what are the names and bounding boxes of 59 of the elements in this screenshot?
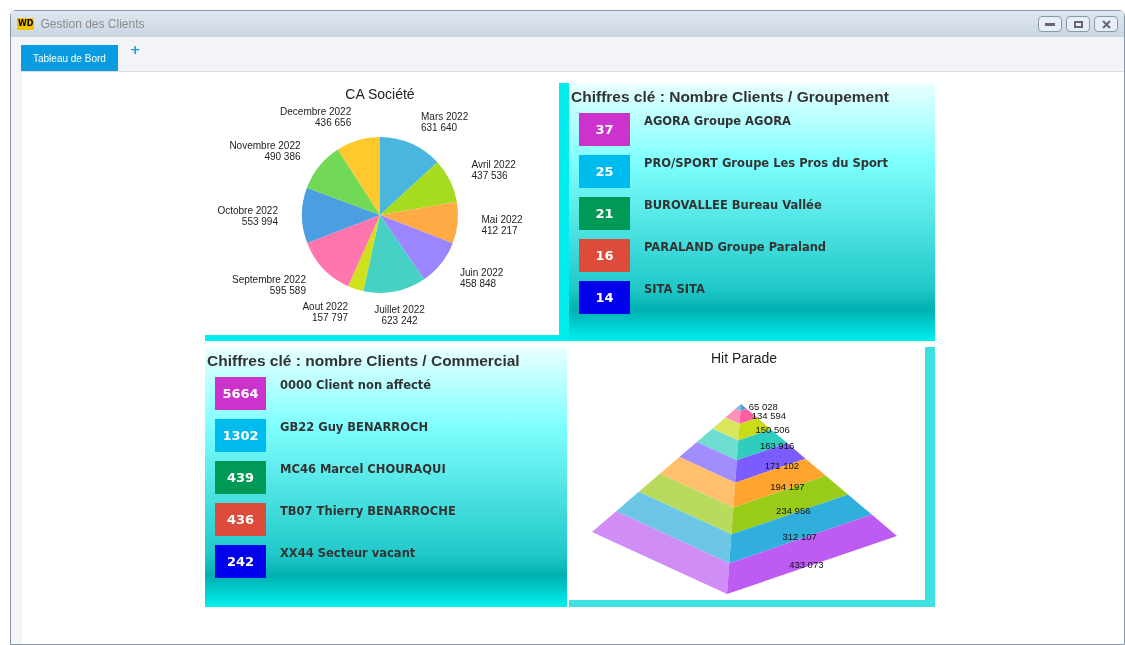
key-figure-label: GB22 Guy BENARROCH	[280, 419, 429, 436]
close-button[interactable]	[1094, 16, 1118, 32]
minimize-button[interactable]	[1038, 16, 1062, 32]
key-figure-label: TB07 Thierry BENARROCHE	[280, 503, 456, 520]
data-label: 163 916	[759, 440, 795, 452]
slice-value: 458 848	[459, 278, 497, 290]
slice-value: 412 217	[481, 225, 518, 237]
slice-label: Juillet 2022	[374, 304, 425, 316]
slice-label: Aout 2022	[302, 300, 349, 312]
slice-value: 623 242	[381, 315, 418, 327]
chart-title: Hit Parade	[710, 350, 778, 366]
count-badge: 242	[215, 545, 266, 578]
slice-label: Octobre 2022	[217, 204, 278, 216]
minimize-icon	[1045, 22, 1055, 26]
count-badge: 439	[215, 461, 266, 494]
count-badge: 1302	[215, 419, 266, 452]
slice-label: Novembre 2022	[229, 140, 301, 152]
key-figure-label: BUROVALLEE Bureau Vallée	[644, 197, 822, 214]
data-label: 134 594	[751, 410, 787, 421]
count-badge: 21	[579, 197, 630, 230]
count-badge: 436	[215, 503, 266, 536]
data-label: 194 197	[770, 481, 805, 493]
data-label: 65 028	[748, 401, 778, 412]
count-badge: 37	[579, 113, 630, 146]
slice-label: Juin 2022	[459, 267, 504, 279]
key-figure-label: PARALAND Groupe Paraland	[644, 239, 827, 256]
key-figure-label: SITA SITA	[644, 281, 705, 298]
slice-label: Decembre 2022	[280, 106, 352, 118]
key-figure-label: MC46 Marcel CHOURAQUI	[280, 461, 446, 478]
slice-label: Mars 2022	[421, 110, 469, 122]
data-label: 171 102	[764, 459, 800, 471]
count-badge: 16	[579, 239, 630, 272]
slice-value: 631 640	[421, 121, 458, 133]
slice-value: 157 797	[311, 311, 349, 323]
slice-label: Avril 2022	[471, 159, 516, 170]
panel-title: Chiffres clé : Nombre Clients / Groupement	[571, 87, 889, 107]
close-icon	[1101, 19, 1111, 29]
slice-label: Mai 2022	[481, 214, 523, 226]
slice-value: 595 589	[269, 285, 306, 297]
slice-value: 490 386	[264, 151, 301, 163]
slice-value: 553 994	[241, 215, 278, 227]
key-figure-label: XX44 Secteur vacant	[280, 545, 416, 562]
slice-label: Septembre 2022	[232, 274, 306, 286]
count-badge: 25	[579, 155, 630, 188]
slice-value: 436 656	[315, 117, 352, 129]
window-title: Gestion des Clients	[40, 16, 145, 33]
restore-icon	[1073, 20, 1083, 28]
add-tab-button[interactable]: +	[129, 43, 141, 56]
tab[interactable]: Tableau de Bord	[21, 45, 118, 71]
panel-title: Chiffres clé : nombre Clients / Commercial	[207, 351, 520, 371]
restore-button[interactable]	[1066, 16, 1090, 32]
count-badge: 5664	[215, 377, 266, 410]
app-logo: WD	[17, 18, 35, 30]
key-figure-label: 0000 Client non affecté	[280, 377, 432, 394]
count-badge: 14	[579, 281, 630, 314]
key-figure-label: AGORA Groupe AGORA	[644, 113, 791, 130]
slice-value: 437 536	[471, 170, 508, 181]
key-figure-label: PRO/SPORT Groupe Les Pros du Sport	[644, 155, 888, 172]
chart-title: CA Société	[345, 86, 415, 102]
